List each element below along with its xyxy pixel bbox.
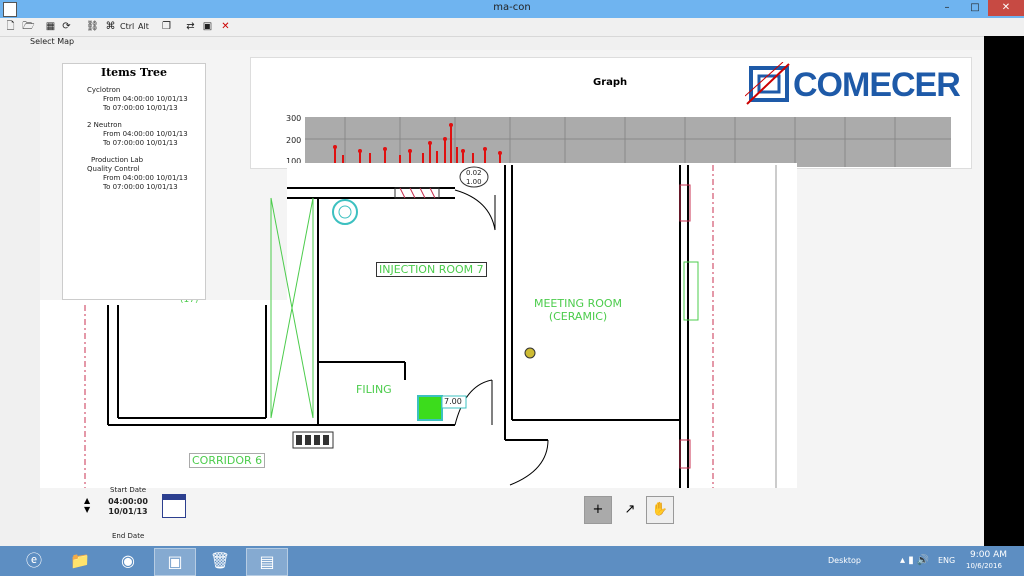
end-date-label: End Date [112,532,145,540]
filing-room-label[interactable]: FILING [356,383,392,396]
meeting-room-sublabel[interactable]: (CERAMIC) [526,310,630,323]
taskbar: ⓔ 📁 ◉ ▣ 🗑 ▤ Desktop ▴ ▮ 🔊 ENG 9:00 AM 10… [0,546,1024,576]
desktop-toolbar[interactable]: Desktop [828,556,861,565]
select-arrow-icon[interactable]: ↗ [616,496,644,524]
tree-item-to[interactable]: To 07:00:00 10/01/13 [67,104,188,113]
door-sensor-value[interactable]: 0.02 [466,169,482,177]
date-panel: Start Date ▲ ▼ 04:00:00 10/01/13 End Date [80,486,194,546]
tree-item-from[interactable]: From 04:00:00 10/01/13 [67,95,188,104]
items-tree-panel: Items Tree Cyclotron From 04:00:00 10/01… [62,63,206,300]
app-taskbar-icon[interactable]: ▣ [154,548,196,576]
corridor-label[interactable]: CORRIDOR 6 [189,453,266,468]
start-date-label: Start Date [110,486,147,494]
date-spinner[interactable]: ▲ ▼ [84,496,90,514]
tree-item-from[interactable]: From 04:00:00 10/01/13 [67,174,188,183]
tree-item-neutron[interactable]: 2 Neutron [67,121,188,130]
tree-item-from[interactable]: From 04:00:00 10/01/13 [67,130,188,139]
app-window: ma-con – □ ✕ 🗋 🗁 ▦ ⟳ ⛓ ⌘ Ctrl Alt ❐ ⇄ ▣ … [0,0,1024,546]
internet-explorer-icon[interactable]: ⓔ [14,548,54,574]
sensor-value[interactable]: 7.00 [444,397,462,406]
clock-date[interactable]: 10/6/2016 [966,562,1002,570]
tree-item-production-lab[interactable]: Production Lab [67,156,188,165]
chrome-icon[interactable]: ◉ [108,548,148,574]
language-indicator[interactable]: ENG [938,556,955,565]
meeting-room-label[interactable]: MEETING ROOM [526,297,630,310]
tree-item-to[interactable]: To 07:00:00 10/01/13 [67,139,188,148]
start-time-value[interactable]: 04:00:00 [100,497,156,507]
recycle-icon[interactable]: 🗑 [200,548,240,574]
items-tree-header: Items Tree [100,66,168,79]
items-tree: Cyclotron From 04:00:00 10/01/13 To 07:0… [67,86,188,192]
vnc-icon[interactable]: ▤ [246,548,288,576]
tree-item-to[interactable]: To 07:00:00 10/01/13 [67,183,188,192]
door-sensor-value-2[interactable]: 1.00 [466,178,482,186]
injection-room-label[interactable]: INJECTION ROOM 7 [376,262,487,277]
tree-item-quality-control[interactable]: Quality Control [67,165,188,174]
tray-icons[interactable]: ▴ ▮ 🔊 [900,555,929,566]
calendar-icon[interactable] [162,494,186,518]
start-day-value[interactable]: 10/01/13 [100,507,156,517]
pointer-tool-button[interactable]: + [584,496,612,524]
clock-time[interactable]: 9:00 AM [970,550,1007,560]
file-explorer-icon[interactable]: 📁 [60,548,100,574]
pan-hand-icon[interactable]: ✋ [646,496,674,524]
tree-item-cyclotron[interactable]: Cyclotron [67,86,188,95]
map-tools: + ↗ ✋ [584,496,674,524]
